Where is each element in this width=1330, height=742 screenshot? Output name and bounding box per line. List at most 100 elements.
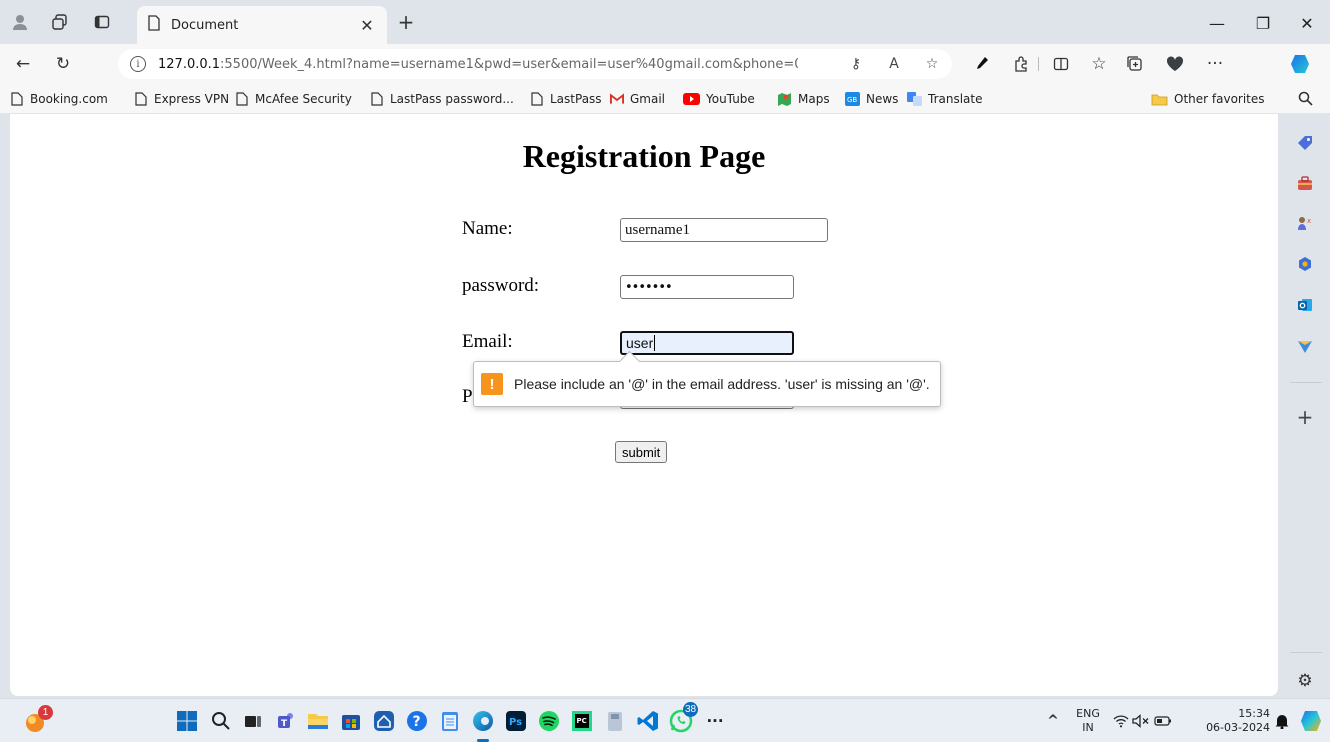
send-icon[interactable]	[1294, 336, 1316, 358]
youtube-icon	[682, 91, 700, 107]
sidebar-divider	[1290, 382, 1322, 383]
copilot-taskbar-icon[interactable]	[1298, 708, 1324, 734]
edge-sidebar: x + ⚙	[1282, 91, 1330, 698]
email-input[interactable]: user	[620, 331, 794, 355]
favorite-gmail[interactable]: Gmail	[610, 89, 665, 109]
favorite-mcafee[interactable]: McAfee Security	[235, 89, 352, 109]
page-icon	[147, 15, 161, 35]
svg-text:PC: PC	[577, 717, 587, 725]
other-favorites-folder[interactable]: Other favorites	[1150, 89, 1265, 109]
email-label: Email:	[462, 331, 513, 352]
favorite-lastpass-password[interactable]: LastPass password...	[370, 89, 514, 109]
sidebar-settings-gear-icon[interactable]: ⚙	[1294, 670, 1316, 692]
page-icon	[370, 91, 384, 107]
page-icon	[10, 91, 24, 107]
wifi-icon[interactable]	[1110, 708, 1132, 734]
file-explorer-icon[interactable]	[305, 708, 331, 734]
page-icon	[235, 91, 249, 107]
tab-strip: Document ✕ + — ❐ ✕	[0, 0, 1330, 44]
favorite-express-vpn[interactable]: Express VPN	[134, 89, 229, 109]
eyedropper-icon[interactable]	[970, 53, 992, 75]
maps-icon	[776, 91, 792, 107]
taskbar-search-icon[interactable]	[208, 708, 234, 734]
spotify-icon[interactable]	[536, 708, 562, 734]
name-input[interactable]: username1	[620, 218, 828, 242]
copilot-icon[interactable]	[1288, 52, 1312, 76]
submit-button[interactable]: submit	[615, 441, 668, 463]
page-title: Registration Page	[522, 138, 766, 174]
more-menu-icon[interactable]: ···	[1204, 53, 1226, 75]
add-sidebar-app-icon[interactable]: +	[1294, 405, 1316, 429]
photoshop-icon[interactable]: Ps	[503, 708, 529, 734]
task-view-icon[interactable]	[240, 708, 266, 734]
help-icon[interactable]: ?	[404, 708, 430, 734]
text-caret	[654, 335, 656, 351]
archive-app-icon[interactable]	[602, 708, 628, 734]
windows-taskbar: 1 T ? Ps PC 38 ··· ^ ENG IN 15:34 06-03-…	[0, 698, 1330, 742]
search-icon[interactable]	[1294, 87, 1316, 109]
favorites-icon[interactable]: ☆	[1088, 53, 1110, 75]
tab-actions-icon[interactable]	[92, 12, 112, 32]
svg-text:?: ?	[413, 714, 421, 730]
whatsapp-badge: 38	[683, 702, 698, 717]
taskbar-overflow-icon[interactable]: ···	[702, 708, 728, 734]
phone-label: P	[462, 386, 473, 407]
browser-essentials-icon[interactable]	[1164, 53, 1186, 75]
games-icon[interactable]: x	[1294, 212, 1316, 234]
shopping-tag-icon[interactable]	[1294, 132, 1316, 154]
favorite-news[interactable]: GB News	[844, 89, 898, 109]
volume-muted-icon[interactable]	[1130, 708, 1152, 734]
microsoft-365-icon[interactable]	[1294, 253, 1316, 275]
favorite-lastpass[interactable]: LastPass	[530, 89, 602, 109]
refresh-icon[interactable]: ↻	[52, 53, 74, 75]
split-screen-icon[interactable]	[1050, 53, 1072, 75]
gmail-icon	[610, 91, 624, 107]
outlook-icon[interactable]	[1294, 294, 1316, 316]
favorite-youtube[interactable]: YouTube	[682, 89, 755, 109]
favorite-booking[interactable]: Booking.com	[10, 89, 108, 109]
battery-icon[interactable]	[1152, 708, 1174, 734]
language-indicator[interactable]: ENG IN	[1073, 707, 1103, 735]
profile-icon[interactable]	[10, 12, 30, 32]
news-icon: GB	[844, 91, 860, 107]
notifications-bell-icon[interactable]	[1272, 708, 1292, 734]
vscode-icon[interactable]	[635, 708, 661, 734]
minimize-button[interactable]: —	[1194, 8, 1240, 38]
folder-icon	[1150, 91, 1168, 107]
favorite-translate[interactable]: Translate	[906, 89, 983, 109]
key-icon[interactable]: ⚷	[846, 54, 866, 74]
tab-title: Document	[171, 17, 239, 33]
close-window-button[interactable]: ✕	[1284, 8, 1330, 38]
tab-document[interactable]: Document ✕	[137, 6, 387, 44]
url-text[interactable]: 127.0.0.1:5500/Week_4.html?name=username…	[158, 57, 798, 72]
back-icon[interactable]: ←	[12, 53, 34, 75]
restore-button[interactable]: ❐	[1240, 8, 1286, 38]
pycharm-icon[interactable]: PC	[569, 708, 595, 734]
new-tab-icon[interactable]: +	[394, 10, 418, 34]
home-app-icon[interactable]	[371, 708, 397, 734]
extensions-icon[interactable]	[1010, 53, 1032, 75]
collections-icon[interactable]	[1124, 53, 1146, 75]
store-icon[interactable]	[338, 708, 364, 734]
password-input[interactable]: •••••••	[620, 275, 794, 299]
info-icon[interactable]: i	[130, 56, 146, 72]
clock[interactable]: 15:34 06-03-2024	[1186, 707, 1270, 735]
address-bar[interactable]: i 127.0.0.1:5500/Week_4.html?name=userna…	[118, 49, 952, 79]
warning-icon: !	[481, 373, 503, 395]
page-viewport: Registration Page Name: username1 passwo…	[10, 114, 1278, 696]
teams-icon[interactable]: T	[272, 708, 298, 734]
favorite-maps[interactable]: Maps	[776, 89, 830, 109]
toolbar-divider	[1038, 57, 1039, 71]
show-hidden-icons-chevron-up-icon[interactable]: ^	[1040, 708, 1066, 734]
close-tab-icon[interactable]: ✕	[357, 16, 377, 35]
edge-browser-icon[interactable]	[470, 708, 496, 734]
notepad-icon[interactable]	[437, 708, 463, 734]
sidebar-divider	[1290, 652, 1322, 653]
svg-text:Ps: Ps	[509, 717, 522, 728]
read-aloud-icon[interactable]: A	[884, 54, 904, 74]
tools-briefcase-icon[interactable]	[1294, 172, 1316, 194]
favorite-star-icon[interactable]: ☆	[922, 54, 942, 74]
workspaces-icon[interactable]	[50, 12, 70, 32]
validation-message: Please include an '@' in the email addre…	[514, 376, 930, 392]
start-windows-icon[interactable]	[174, 708, 200, 734]
